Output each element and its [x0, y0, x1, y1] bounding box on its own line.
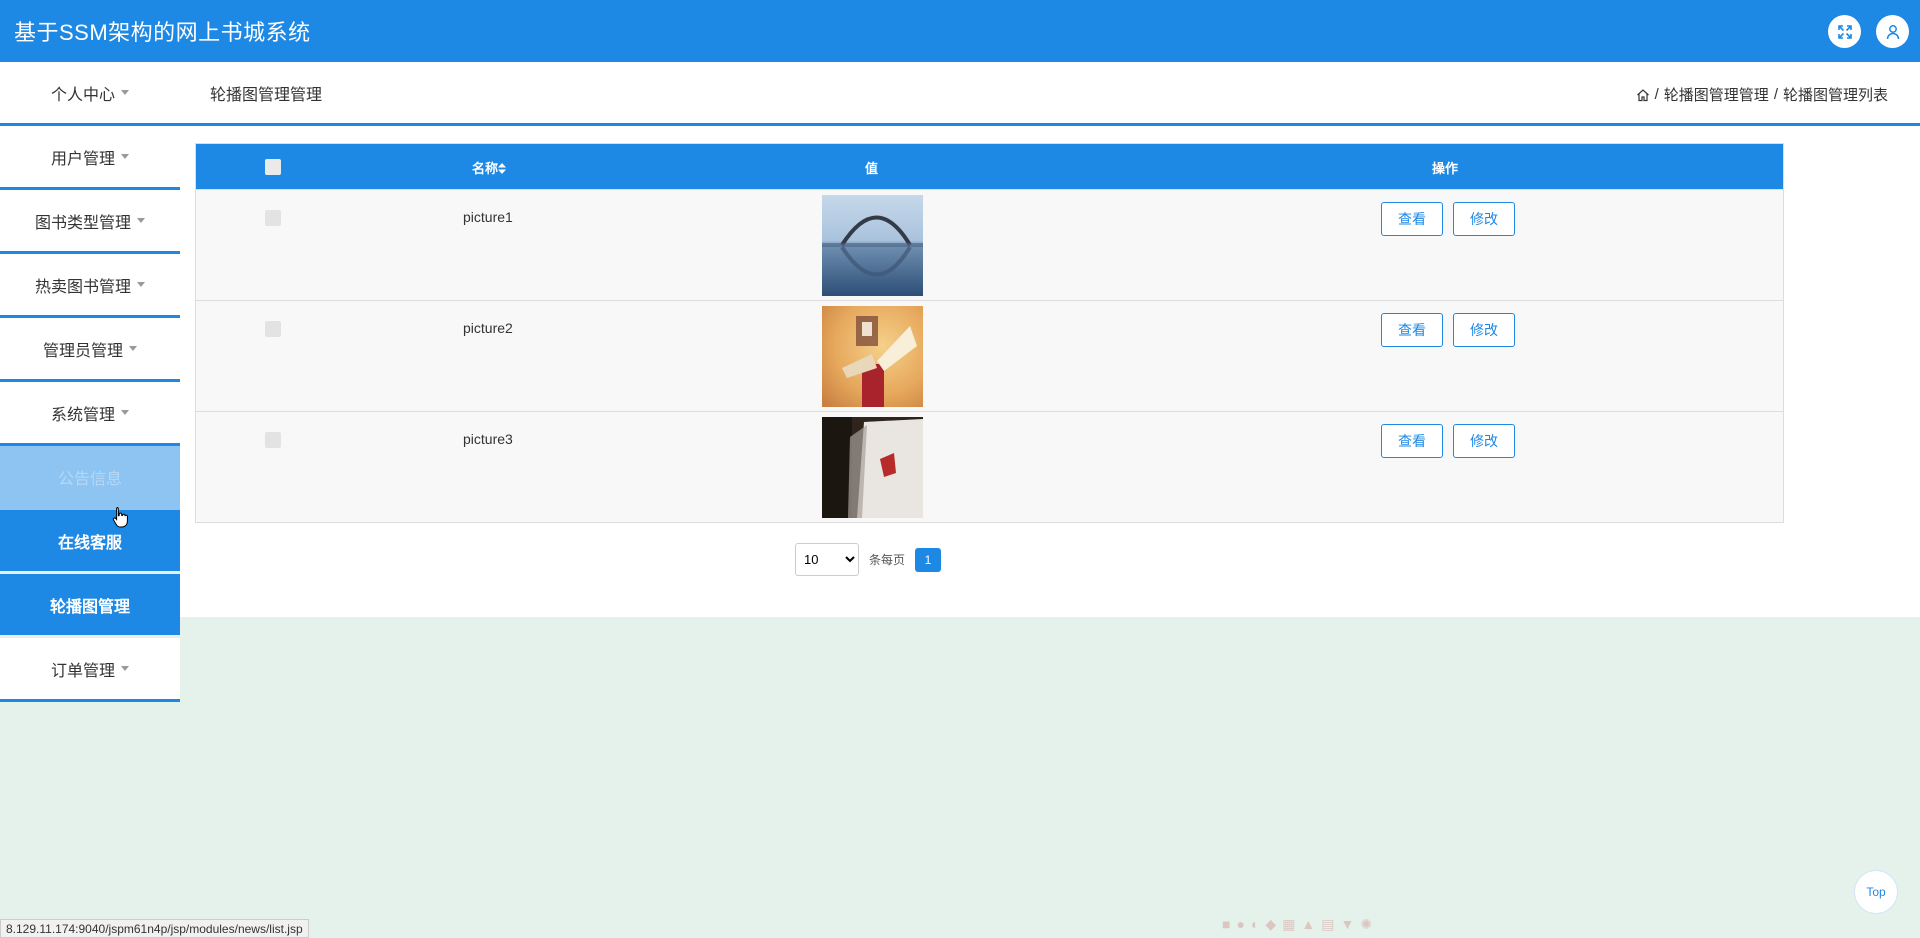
- row-image: [822, 195, 923, 296]
- ime-chinese-icon[interactable]: ●: [1236, 916, 1244, 933]
- sidebar-item-user-management[interactable]: 用户管理: [0, 126, 180, 190]
- sidebar-item-carousel-management[interactable]: 轮播图管理: [0, 574, 180, 638]
- view-button[interactable]: 查看: [1381, 313, 1443, 347]
- sidebar-item-label: 用户管理: [50, 150, 115, 168]
- app-title: 基于SSM架构的网上书城系统: [14, 20, 311, 45]
- hand-cursor-icon: [112, 507, 128, 528]
- carousel-table: 名称 值 操作 picture1 查看 修改 picture2 查看 修改 pi…: [195, 143, 1784, 523]
- breadcrumb-level2: 轮播图管理列表: [1782, 87, 1888, 104]
- fullscreen-button[interactable]: [1828, 15, 1861, 48]
- sidebar-item-system-management[interactable]: 系统管理: [0, 382, 180, 446]
- caret-down-icon: [121, 410, 129, 415]
- title-bar: 轮播图管理管理 / 轮播图管理管理 / 轮播图管理列表: [180, 62, 1920, 126]
- page-1-button[interactable]: 1: [915, 547, 942, 572]
- user-icon: [1886, 24, 1899, 39]
- back-to-top-button[interactable]: Top: [1854, 870, 1898, 914]
- table-row: picture1 查看 修改: [196, 189, 1783, 300]
- breadcrumb-separator: /: [1654, 86, 1659, 103]
- sidebar-item-order-management[interactable]: 订单管理: [0, 638, 180, 702]
- row-name: picture3: [463, 431, 513, 447]
- status-url: 8.129.11.174:9040/jspm61n4p/jsp/modules/…: [0, 919, 309, 938]
- caret-down-icon: [121, 90, 129, 95]
- ime-settings-icon[interactable]: ✺: [1360, 916, 1372, 933]
- table-row: picture2 查看 修改: [196, 300, 1783, 411]
- column-header-actions: 操作: [1432, 161, 1459, 176]
- home-icon[interactable]: [1636, 88, 1650, 102]
- sidebar-item-personal-center[interactable]: 个人中心: [0, 62, 180, 126]
- view-button[interactable]: 查看: [1381, 424, 1443, 458]
- sort-icon[interactable]: [498, 163, 507, 174]
- row-checkbox[interactable]: [265, 210, 281, 226]
- caret-down-icon: [121, 666, 129, 671]
- table-header: 名称 值 操作: [196, 144, 1783, 189]
- ime-moon-icon[interactable]: ◐: [1251, 916, 1259, 933]
- breadcrumb-level1[interactable]: 轮播图管理管理: [1664, 84, 1769, 105]
- ime-voice-icon[interactable]: ▲: [1301, 916, 1315, 933]
- content-panel: 轮播图管理管理 / 轮播图管理管理 / 轮播图管理列表 名称 值 操作 pict…: [180, 62, 1920, 617]
- edit-button[interactable]: 修改: [1453, 424, 1515, 458]
- breadcrumb: / 轮播图管理管理 / 轮播图管理列表: [1636, 84, 1888, 105]
- ime-skin-icon[interactable]: ▼: [1341, 916, 1355, 933]
- caret-down-icon: [129, 346, 137, 351]
- column-header-name[interactable]: 名称: [472, 158, 507, 177]
- column-header-value: 值: [865, 161, 879, 176]
- sidebar-item-book-type-management[interactable]: 图书类型管理: [0, 190, 180, 254]
- sidebar-item-label: 图书类型管理: [34, 214, 131, 232]
- sidebar-item-label: 公告信息: [57, 470, 122, 488]
- row-image: [822, 306, 923, 407]
- per-page-label: 条每页: [869, 553, 906, 567]
- ime-keyboard-icon[interactable]: ▦: [1282, 916, 1295, 933]
- view-button[interactable]: 查看: [1381, 202, 1443, 236]
- sidebar: 个人中心 用户管理 图书类型管理 热卖图书管理 管理员管理 系统管理 公告信息 …: [0, 62, 180, 702]
- row-image: [822, 417, 923, 518]
- column-header-name-label: 名称: [472, 161, 499, 176]
- row-checkbox[interactable]: [265, 321, 281, 337]
- edit-button[interactable]: 修改: [1453, 313, 1515, 347]
- sidebar-item-label: 管理员管理: [42, 342, 123, 360]
- sidebar-item-hot-books-management[interactable]: 热卖图书管理: [0, 254, 180, 318]
- caret-down-icon: [137, 218, 145, 223]
- sidebar-item-label: 在线客服: [57, 534, 122, 552]
- ime-punct-icon[interactable]: ◆: [1265, 916, 1276, 933]
- expand-icon: [1837, 24, 1852, 39]
- row-checkbox[interactable]: [265, 432, 281, 448]
- sidebar-item-label: 订单管理: [50, 662, 115, 680]
- page-title: 轮播图管理管理: [210, 86, 323, 104]
- caret-down-icon: [121, 154, 129, 159]
- sidebar-item-announcements[interactable]: 公告信息: [0, 446, 180, 510]
- pagination: 10 条每页 1: [795, 543, 942, 576]
- sidebar-item-label: 系统管理: [50, 406, 115, 424]
- sidebar-item-label: 轮播图管理: [49, 598, 130, 616]
- sidebar-item-label: 个人中心: [50, 86, 115, 104]
- row-name: picture1: [463, 209, 513, 225]
- breadcrumb-separator: /: [1773, 86, 1778, 103]
- table-row: picture3 查看 修改: [196, 411, 1783, 522]
- select-all-checkbox[interactable]: [265, 159, 281, 175]
- user-menu-button[interactable]: [1876, 15, 1909, 48]
- ime-toolbar: ■ ● ◐ ◆ ▦ ▲ ▤ ▼ ✺: [1222, 916, 1372, 933]
- sidebar-item-label: 热卖图书管理: [34, 278, 131, 296]
- top-bar: 基于SSM架构的网上书城系统: [0, 0, 1920, 62]
- page-size-select[interactable]: 10: [795, 543, 859, 576]
- ime-logo-icon[interactable]: ■: [1222, 916, 1230, 933]
- sidebar-item-online-service[interactable]: 在线客服: [0, 510, 180, 574]
- sidebar-item-admin-management[interactable]: 管理员管理: [0, 318, 180, 382]
- row-name: picture2: [463, 320, 513, 336]
- caret-down-icon: [137, 282, 145, 287]
- ime-grid-icon[interactable]: ▤: [1321, 916, 1334, 933]
- edit-button[interactable]: 修改: [1453, 202, 1515, 236]
